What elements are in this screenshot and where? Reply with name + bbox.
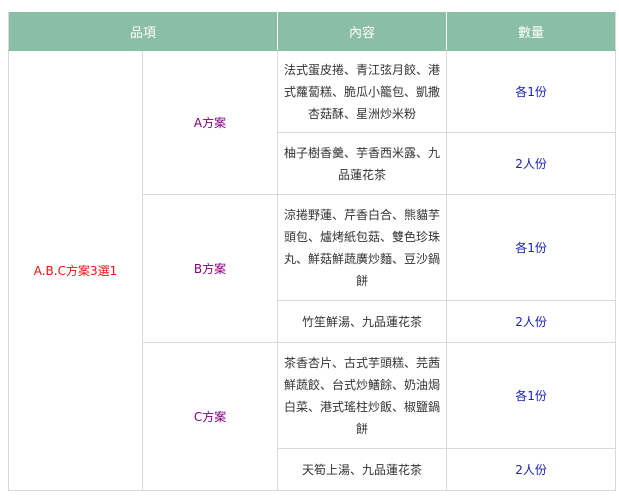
plan-b-drinks-content: 竹笙鮮湯、九品蓮花茶: [277, 300, 448, 343]
plan-b-items-content: 涼捲野蓮、芹香白合、熊貓芋頭包、爐烤紙包菇、雙色珍珠丸、鮮菇鮮蔬廣炒麵、豆沙鍋餅: [277, 194, 448, 301]
plan-a-drinks-content: 柚子樹香羹、芋香西米露、九品蓮花茶: [277, 132, 448, 195]
plan-c-items-quantity: 各1份: [446, 342, 617, 449]
table-header-row: 品項 內容 數量: [7, 11, 617, 51]
table-row: A.B.C方案3選1 A方案 法式蛋皮捲、青江弦月餃、港式蘿蔔糕、脆瓜小籠包、凱…: [8, 50, 617, 491]
header-item: 品項: [7, 11, 279, 51]
plan-b-items-quantity: 各1份: [446, 194, 617, 301]
plan-a-items-quantity: 各1份: [446, 50, 617, 133]
plan-c-items-content: 茶香杏片、古式芋頭糕、芫茜鮮蔬餃、台式炒鱔餘、奶油焗白菜、港式瑤柱炒飯、椒鹽鍋餅: [277, 342, 448, 449]
plan-c-drinks-content: 天筍上湯、九品蓮花茶: [277, 448, 448, 491]
header-content: 內容: [277, 11, 448, 51]
plan-a-items-content: 法式蛋皮捲、青江弦月餃、港式蘿蔔糕、脆瓜小籠包、凱撒杏菇酥、星洲炒米粉: [277, 50, 448, 133]
plan-a-name: A方案: [141, 50, 279, 195]
category-cell: A.B.C方案3選1: [8, 50, 143, 491]
header-quantity: 數量: [446, 11, 617, 51]
plan-c-drinks-quantity: 2人份: [446, 448, 617, 491]
plan-a-drinks-quantity: 2人份: [446, 132, 617, 195]
menu-table: 品項 內容 數量 A.B.C方案3選1 A方案 法式蛋皮捲、青江弦月餃、港式蘿蔔…: [7, 11, 617, 491]
plan-b-name: B方案: [141, 194, 279, 343]
plan-b-drinks-quantity: 2人份: [446, 300, 617, 343]
plan-c-name: C方案: [141, 342, 279, 491]
